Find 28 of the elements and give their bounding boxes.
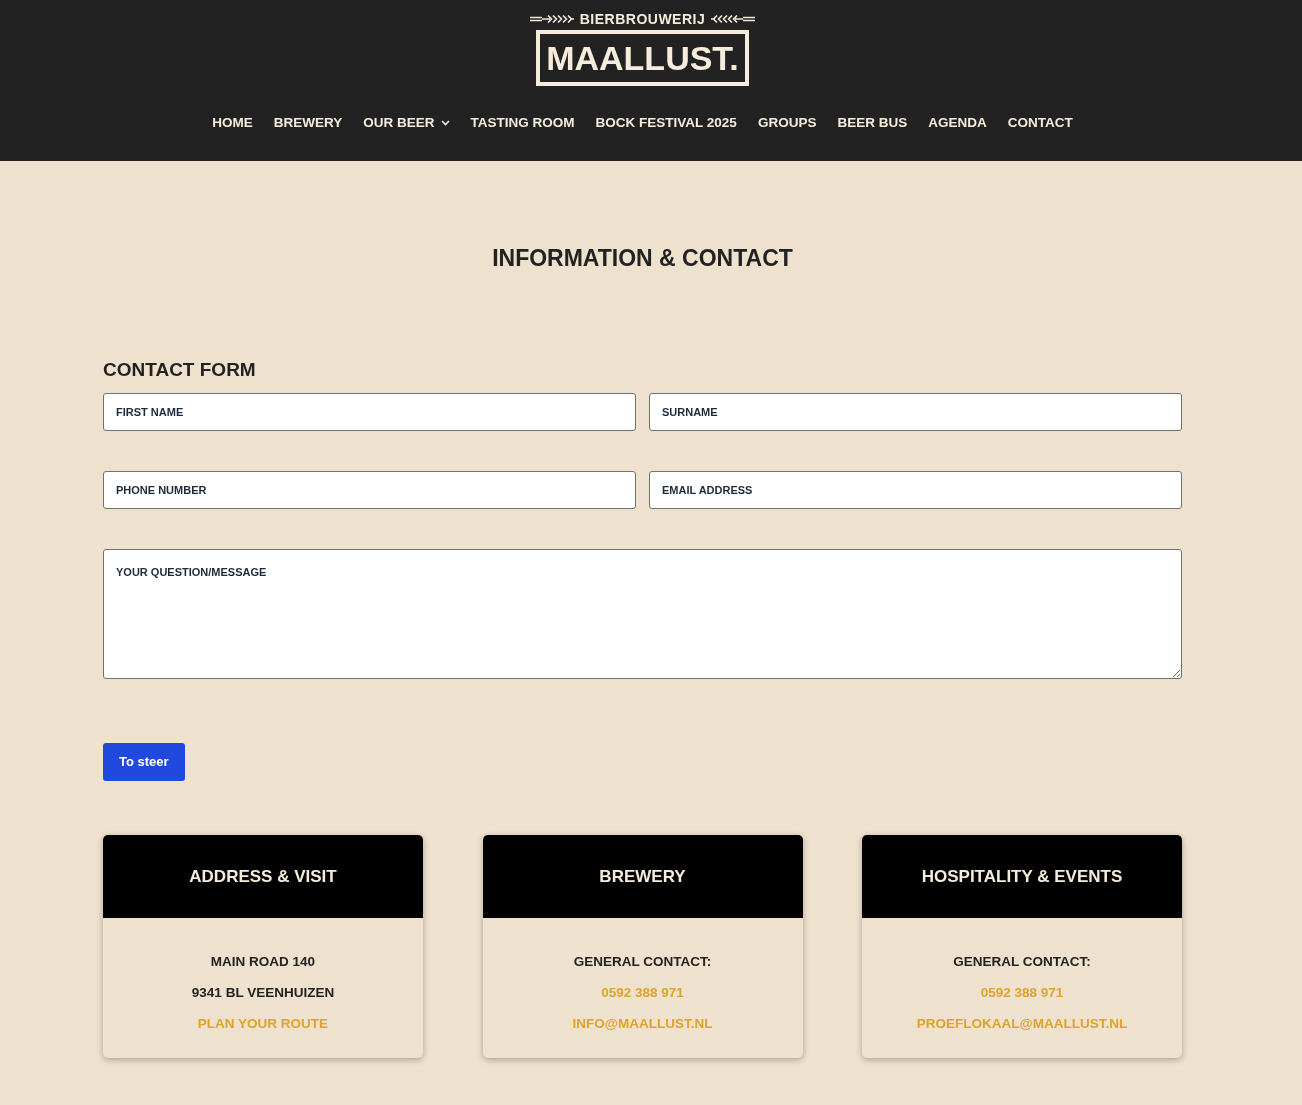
nav-link[interactable]: AGENDA — [928, 113, 987, 133]
input-field[interactable]: SURNAME — [649, 393, 1182, 431]
card-title: ADDRESS & VISIT — [189, 865, 337, 888]
nav-link[interactable]: CONTACT — [1007, 113, 1073, 133]
input-field[interactable]: FIRST NAME — [103, 393, 636, 431]
input-field[interactable]: PHONE NUMBER — [103, 471, 636, 509]
chevron-ornament-icon — [711, 13, 756, 24]
form-title: CONTACT FORM — [103, 358, 257, 382]
nav-link[interactable]: HOME — [212, 113, 253, 133]
nav-link[interactable]: BOCK FESTIVAL 2025 — [595, 113, 737, 133]
logo-wordmark[interactable]: MAALLUST. — [536, 30, 749, 86]
card-text: GENERAL CONTACT: — [953, 953, 1091, 971]
submit-button[interactable]: To steer — [103, 743, 185, 781]
nav-link[interactable]: BEER BUS — [837, 113, 908, 133]
card-title: BREWERY — [599, 865, 686, 888]
card-text: GENERAL CONTACT: — [573, 953, 712, 971]
card-text: MAIN ROAD 140 — [210, 953, 316, 971]
card-text: 9341 BL VEENHUIZEN — [191, 984, 335, 1002]
card-title: HOSPITALITY & EVENTS — [921, 865, 1123, 888]
nav-link[interactable]: GROUPS — [757, 113, 817, 133]
nav-link[interactable]: OUR BEER — [363, 113, 450, 133]
nav-link[interactable]: TASTING ROOM — [470, 113, 575, 133]
logo-tagline: BIERBROUWERIJ — [579, 11, 706, 26]
chevron-ornament-icon — [529, 13, 574, 24]
nav-link[interactable]: BREWERY — [273, 113, 343, 133]
page-title: INFORMATION & CONTACT — [491, 244, 794, 273]
input-field[interactable]: EMAIL ADDRESS — [649, 471, 1182, 509]
message-field[interactable]: YOUR QUESTION/MESSAGE — [103, 549, 1182, 679]
